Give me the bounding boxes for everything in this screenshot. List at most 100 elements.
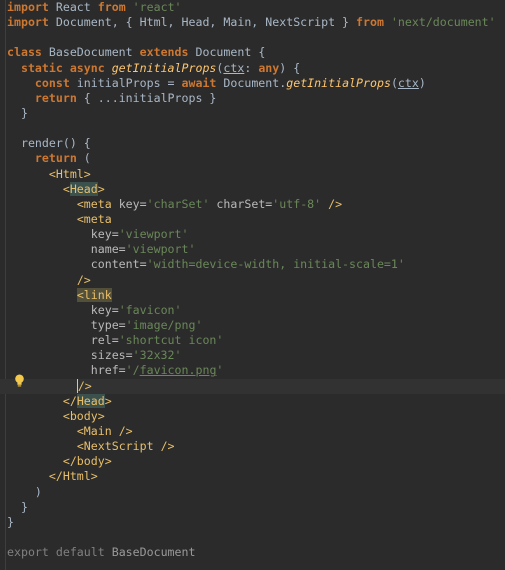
code-token: render() { (7, 136, 91, 151)
code-token: key= (7, 227, 119, 242)
code-token: BaseDocument (41, 45, 140, 60)
code-line[interactable]: <Html> (0, 167, 505, 182)
code-token: getInitialProps (111, 60, 217, 75)
code-token: } (7, 499, 28, 514)
code-token: Document { (188, 45, 266, 60)
code-token: name= (7, 242, 126, 257)
code-line[interactable]: ​ (0, 121, 505, 136)
code-token: ) (418, 75, 426, 90)
code-line[interactable]: /> (0, 378, 505, 394)
code-line[interactable]: import Document, { Html, Head, Main, Nex… (0, 15, 505, 30)
code-token: initialProps = (69, 75, 182, 90)
code-token: BaseDocument (104, 545, 196, 560)
code-line[interactable]: <meta (0, 212, 505, 227)
code-line[interactable]: const initialProps = await Document.getI… (0, 76, 505, 91)
code-line[interactable]: name='viewport' (0, 242, 505, 257)
code-token: ' (216, 363, 224, 378)
code-token: '/ (125, 363, 140, 378)
code-line[interactable]: } (0, 515, 505, 530)
code-token: React (48, 0, 98, 14)
code-token: </ (62, 393, 77, 408)
code-token: ( (390, 75, 398, 90)
code-token: getInitialProps (286, 75, 391, 90)
code-line[interactable]: <Head> (0, 181, 505, 197)
code-token: <Main /> (76, 423, 133, 438)
code-line[interactable]: } (0, 500, 505, 515)
code-line[interactable]: ​ (0, 530, 505, 545)
code-line[interactable]: content='width=device-width, initial-sca… (0, 257, 505, 272)
code-line[interactable]: ​ (0, 30, 505, 45)
code-token: 'shortcut icon' (118, 333, 224, 348)
code-token: const (7, 75, 70, 90)
code-token: import (7, 15, 49, 30)
code-line[interactable]: return { ...initialProps } (0, 91, 505, 106)
code-line[interactable]: rel='shortcut icon' (0, 333, 505, 348)
code-editor[interactable]: import React from 'react' import Document… (0, 0, 505, 570)
code-line[interactable]: static async getInitialProps(ctx: any) { (0, 61, 505, 76)
code-token: <meta (76, 211, 112, 226)
code-line[interactable]: render() { (0, 136, 505, 151)
code-token: /> (76, 378, 92, 393)
code-line[interactable]: </Html> (0, 469, 505, 484)
code-token: key= (7, 302, 119, 317)
code-line[interactable]: <link (0, 287, 505, 303)
code-line[interactable]: <body> (0, 409, 505, 424)
code-line[interactable]: /> (0, 273, 505, 288)
code-token: 'width=device-width, initial-scale=1' (146, 257, 405, 272)
code-line[interactable]: key='viewport' (0, 227, 505, 242)
code-token: rel= (7, 333, 119, 348)
code-token: class (7, 45, 42, 60)
code-token: 'next/document' (390, 15, 496, 30)
code-line[interactable]: } (0, 106, 505, 121)
code-token: export default (7, 545, 105, 560)
code-line[interactable]: type='image/png' (0, 318, 505, 333)
code-token: <meta (76, 196, 119, 211)
code-token: 'image/png' (125, 317, 203, 332)
lightbulb-icon[interactable] (14, 374, 25, 387)
code-line[interactable]: sizes='32x32' (0, 348, 505, 363)
code-line[interactable]: <NextScript /> (0, 439, 505, 454)
code-line[interactable]: key='favicon' (0, 303, 505, 318)
code-line[interactable]: export default BaseDocument (0, 545, 505, 560)
code-token: > (104, 393, 112, 408)
code-token: 'utf-8' (272, 196, 322, 211)
code-token: ( (76, 151, 91, 166)
code-token: : (244, 60, 259, 75)
code-line[interactable]: <meta key='charSet' charSet='utf-8' /> (0, 197, 505, 212)
code-token: any (258, 60, 280, 75)
code-token: ) (7, 484, 42, 499)
code-line[interactable]: class BaseDocument extends Document { (0, 45, 505, 60)
code-line[interactable]: </body> (0, 454, 505, 469)
code-token: Head (76, 393, 105, 408)
code-token: 'viewport' (125, 242, 196, 257)
code-token: return (7, 151, 77, 166)
code-lines[interactable]: import React from 'react' import Document… (0, 0, 505, 560)
code-token: extends (139, 45, 189, 60)
code-token: /> (76, 272, 91, 287)
code-line[interactable]: <Main /> (0, 424, 505, 439)
code-token: /> (321, 196, 343, 211)
code-line[interactable]: href='/favicon.png' (0, 363, 505, 378)
code-token: ) { (279, 60, 301, 75)
code-line[interactable]: ) (0, 485, 505, 500)
code-token: Head (69, 181, 98, 196)
code-token: ctx (397, 75, 419, 90)
code-token: 'favicon' (118, 302, 182, 317)
code-line[interactable]: return ( (0, 151, 505, 166)
code-token: favicon.png (139, 363, 217, 378)
code-token: from (97, 0, 126, 14)
code-token: sizes= (7, 348, 133, 363)
code-token: <link (76, 287, 112, 302)
code-token: > (97, 181, 105, 196)
code-token: type= (7, 317, 126, 332)
code-line[interactable]: </Head> (0, 393, 505, 409)
code-line[interactable]: import React from 'react' (0, 0, 505, 15)
code-token: static async (7, 60, 112, 75)
